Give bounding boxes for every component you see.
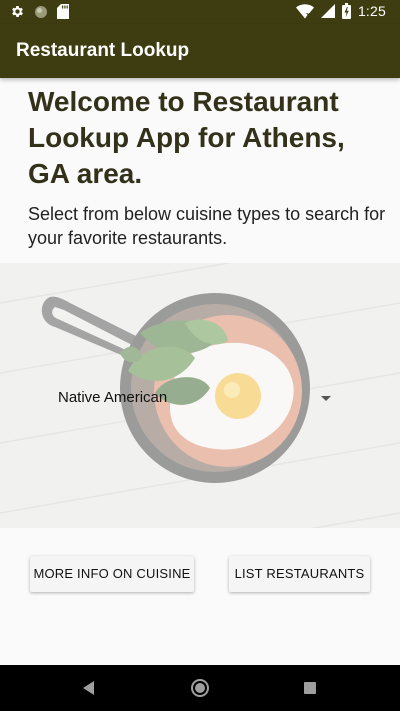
app-title: Restaurant Lookup <box>16 40 190 61</box>
recents-icon[interactable] <box>304 682 316 694</box>
app-bar: Restaurant Lookup <box>0 24 400 78</box>
instructions-text: Select from below cuisine types to searc… <box>28 204 386 248</box>
svg-text:x: x <box>306 11 311 19</box>
dropdown-arrow-icon <box>321 396 331 401</box>
status-bar: x 1:25 <box>0 0 400 24</box>
signal-icon <box>320 4 335 18</box>
status-icons-right: x 1:25 <box>295 3 386 19</box>
cuisine-spinner[interactable]: Native American <box>42 383 342 413</box>
list-restaurants-button[interactable]: LIST RESTAURANTS <box>229 556 370 592</box>
back-icon[interactable] <box>83 681 94 695</box>
home-icon[interactable] <box>191 679 209 697</box>
more-info-button[interactable]: MORE INFO ON CUISINE <box>30 556 194 592</box>
sd-card-icon <box>57 4 69 19</box>
navigation-bar <box>0 665 400 711</box>
gear-icon <box>12 6 23 17</box>
wifi-icon: x <box>295 3 314 19</box>
welcome-heading: Welcome to Restaurant Lookup App for Ath… <box>28 86 345 189</box>
cuisine-selected-value: Native American <box>58 389 168 406</box>
status-time: 1:25 <box>357 3 386 19</box>
circle-icon <box>35 5 47 18</box>
battery-icon <box>341 3 351 19</box>
status-icons-left <box>10 4 69 19</box>
